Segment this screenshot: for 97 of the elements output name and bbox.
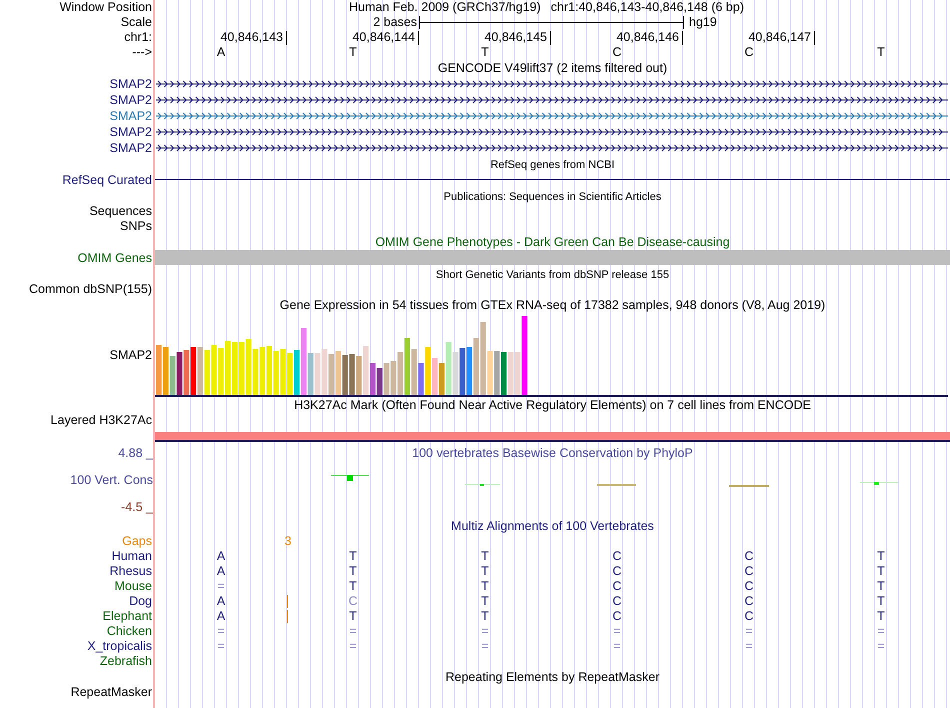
- track-label: SMAP2: [110, 76, 152, 92]
- base-letter: C: [744, 579, 754, 594]
- track-label: Human: [112, 549, 152, 564]
- base-letter: C: [612, 579, 622, 594]
- base-letter: T: [877, 609, 885, 624]
- base-letter: =: [217, 579, 225, 594]
- label-text: Window Position: [60, 0, 152, 15]
- track-label: Rhesus: [110, 564, 152, 579]
- base-letter: C: [348, 594, 358, 609]
- track-title: OMIM Gene Phenotypes - Dark Green Can Be Disease-causing: [375, 235, 730, 250]
- coordinate-label: 40,846,145: [484, 31, 551, 45]
- track-label: Gaps: [122, 534, 152, 549]
- base-letter: =: [745, 624, 753, 639]
- base-letter: T: [877, 564, 885, 579]
- coordinate-label: 40,846,144: [352, 31, 419, 45]
- track-label: Elephant: [102, 609, 152, 624]
- base-letter: T: [877, 594, 885, 609]
- base-letter: C: [612, 609, 622, 624]
- track-label: RefSeq Curated: [62, 172, 152, 188]
- track-label: SMAP2: [110, 108, 152, 124]
- track-label: SNPs: [120, 219, 152, 234]
- base-letter: =: [217, 624, 225, 639]
- track-label: OMIM Genes: [78, 250, 152, 266]
- base-letter: T: [877, 45, 885, 60]
- track-label: RepeatMasker: [70, 685, 152, 700]
- track-label: X_tropicalis: [87, 639, 152, 654]
- base-letter: A: [216, 564, 226, 579]
- base-letter: T: [349, 579, 357, 594]
- base-letter: =: [349, 624, 357, 639]
- track-label: Sequences: [89, 204, 152, 219]
- track-title: Short Genetic Variants from dbSNP release 155: [436, 269, 670, 282]
- base-letter: T: [349, 549, 357, 564]
- base-letter: T: [481, 579, 489, 594]
- base-letter: =: [745, 639, 753, 654]
- base-letter: C: [612, 45, 622, 60]
- base-letter: T: [481, 609, 489, 624]
- track-label: SMAP2: [110, 124, 152, 140]
- track-title: GENCODE V49lift37 (2 items filtered out): [438, 61, 668, 76]
- label-text: Scale: [120, 15, 152, 30]
- base-letter: C: [612, 564, 622, 579]
- coordinate-label: 40,846,147: [748, 31, 815, 45]
- base-letter: T: [349, 609, 357, 624]
- base-letter: C: [744, 45, 754, 60]
- base-letter: =: [481, 639, 489, 654]
- label-text: chr1:: [124, 30, 152, 45]
- base-letter: C: [612, 549, 622, 564]
- gap-count: 3: [284, 534, 292, 549]
- track-label: Mouse: [114, 579, 152, 594]
- base-letter: C: [744, 564, 754, 579]
- track-label: Chicken: [106, 624, 152, 639]
- strand-label: --->: [132, 45, 152, 60]
- base-letter: =: [877, 639, 885, 654]
- track-title: H3K27Ac Mark (Often Found Near Active Regulatory Elements) on 7 cell lines from ENCODE: [294, 398, 811, 413]
- base-letter: T: [877, 549, 885, 564]
- track-title: RefSeq genes from NCBI: [490, 159, 615, 172]
- base-letter: =: [349, 639, 357, 654]
- track-label: Dog: [129, 594, 152, 609]
- base-letter: C: [744, 549, 754, 564]
- base-letter: T: [481, 549, 489, 564]
- base-letter: =: [481, 624, 489, 639]
- assembly-label: hg19: [688, 15, 718, 30]
- track-title: 100 vertebrates Basewise Conservation by PhyloP: [412, 446, 693, 461]
- base-letter: A: [216, 45, 226, 60]
- base-letter: =: [613, 639, 621, 654]
- base-letter: C: [744, 594, 754, 609]
- base-letter: T: [481, 45, 489, 60]
- track-label: SMAP2: [110, 92, 152, 108]
- track-title: Multiz Alignments of 100 Vertebrates: [451, 519, 654, 534]
- base-letter: T: [481, 594, 489, 609]
- axis-min-label: -4.5 _: [121, 500, 153, 515]
- coordinate-label: 40,846,146: [616, 31, 683, 45]
- track-label: SMAP2: [110, 140, 152, 156]
- base-letter: =: [613, 624, 621, 639]
- scale-length: 2 bases: [373, 15, 418, 30]
- track-label: 100 Vert. Cons: [70, 473, 153, 488]
- axis-max-label: 4.88 _: [118, 446, 153, 461]
- track-label: Common dbSNP(155): [29, 282, 152, 297]
- base-letter: T: [877, 579, 885, 594]
- track-title: Publications: Sequences in Scientific Articles: [444, 191, 662, 204]
- track-label: Layered H3K27Ac: [50, 413, 152, 428]
- base-letter: T: [349, 564, 357, 579]
- base-letter: C: [612, 594, 622, 609]
- base-letter: C: [744, 609, 754, 624]
- track-title: Repeating Elements by RepeatMasker: [445, 670, 660, 685]
- base-letter: T: [481, 564, 489, 579]
- track-title: Gene Expression in 54 tissues from GTEx RNA-seq of 17382 samples, 948 donors (V8, Aug 2019): [280, 298, 826, 313]
- base-letter: A: [216, 609, 226, 624]
- base-letter: A: [216, 594, 226, 609]
- coordinate-label: 40,846,143: [220, 31, 287, 45]
- base-letter: =: [217, 639, 225, 654]
- track-label: Zebrafish: [100, 654, 152, 669]
- base-letter: A: [216, 549, 226, 564]
- position-text: chr1:40,846,143-40,846,148 (6 bp): [550, 0, 744, 15]
- assembly-name: Human Feb. 2009 (GRCh37/hg19): [349, 0, 541, 15]
- base-letter: T: [349, 45, 357, 60]
- base-letter: =: [877, 624, 885, 639]
- track-label: SMAP2: [110, 348, 152, 362]
